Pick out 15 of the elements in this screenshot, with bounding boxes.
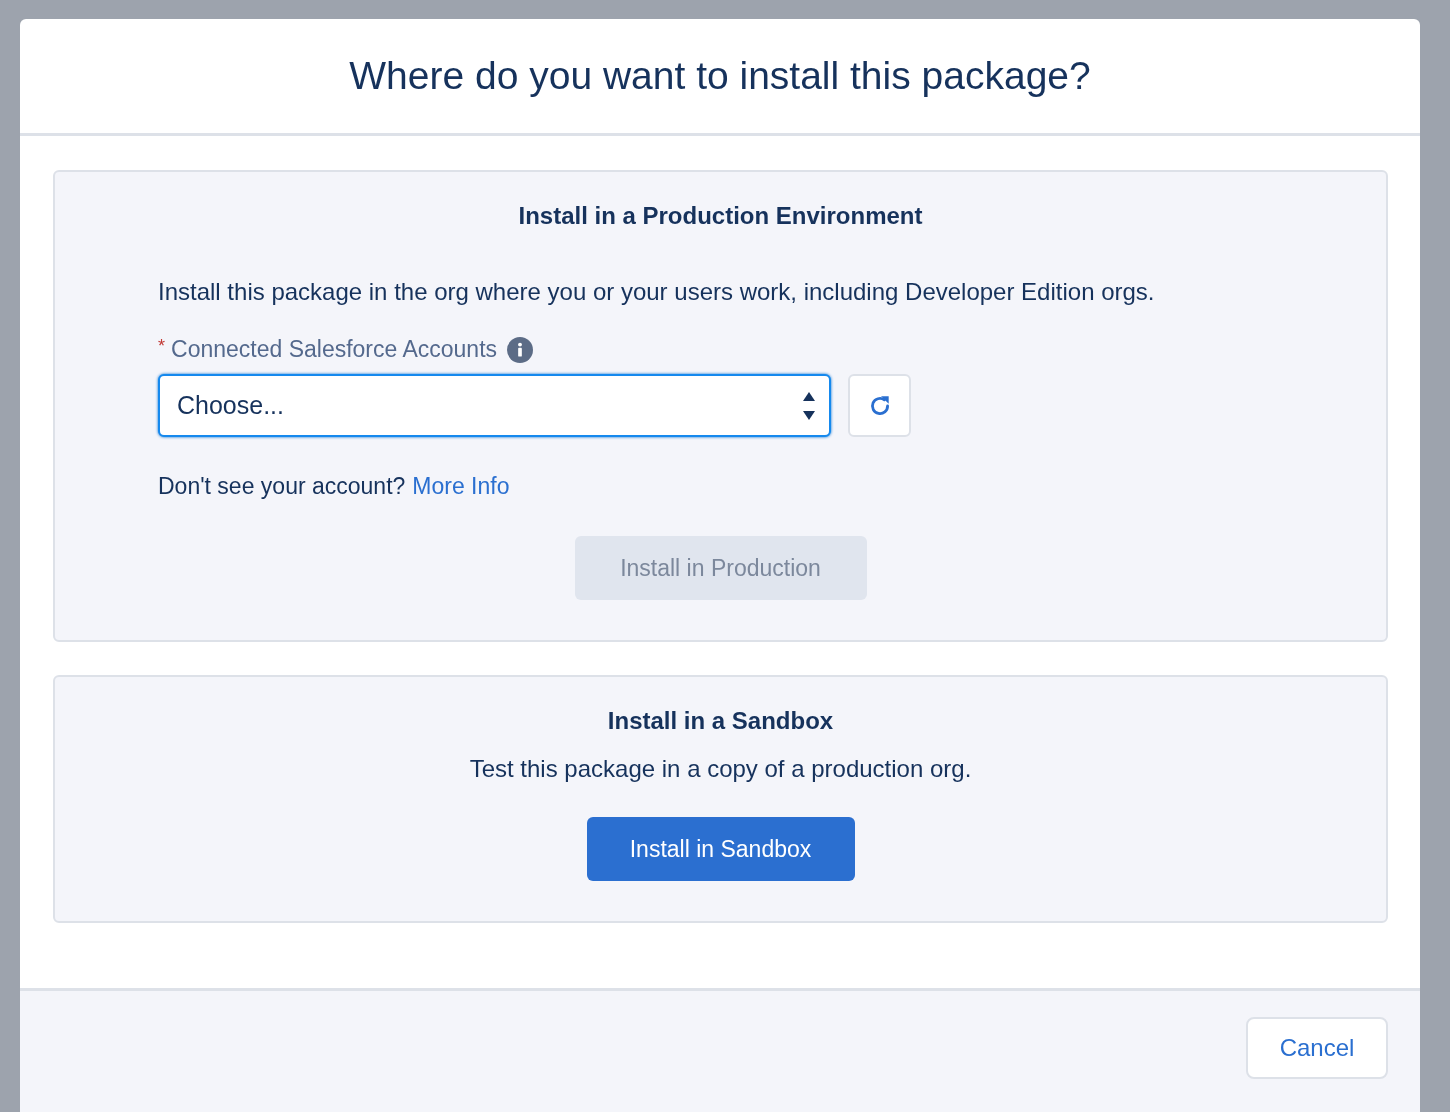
info-icon[interactable] xyxy=(507,336,534,363)
install-sandbox-button[interactable]: Install in Sandbox xyxy=(586,817,855,881)
card-title: Install in a Production Environment xyxy=(517,202,924,230)
up-down-arrows-icon xyxy=(803,391,815,420)
field-label: Connected Salesforce Accounts xyxy=(171,336,498,363)
card-title: Install in a Sandbox xyxy=(606,707,835,735)
required-mark: * xyxy=(158,336,165,357)
more-info-link[interactable]: More Info xyxy=(412,473,510,500)
modal-title: Where do you want to install this package? xyxy=(349,54,1091,98)
refresh-button[interactable] xyxy=(848,374,911,437)
help-text: Don't see your account? xyxy=(158,473,406,500)
cancel-button[interactable]: Cancel xyxy=(1246,1017,1388,1079)
card-description: Install this package in the org where you or your users work, including Developer Edition orgs. xyxy=(158,278,1156,306)
card-description: Test this package in a copy of a production org. xyxy=(468,755,973,783)
account-select[interactable]: Choose... xyxy=(158,374,831,437)
